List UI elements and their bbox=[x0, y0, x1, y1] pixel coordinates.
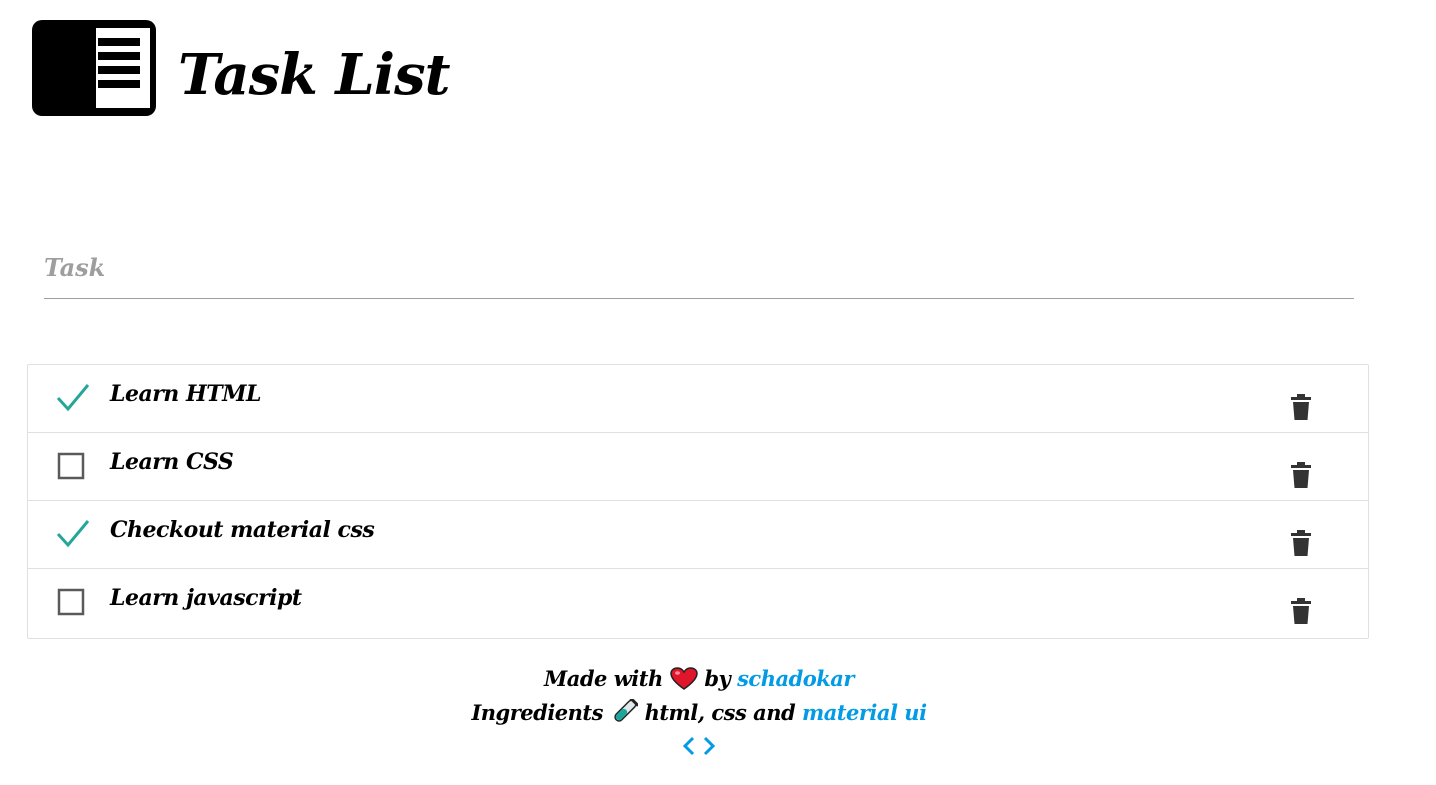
task-label: Learn javascript bbox=[110, 585, 302, 611]
source-code-link[interactable] bbox=[682, 732, 716, 766]
trash-icon[interactable] bbox=[1291, 598, 1311, 624]
task-label: Learn CSS bbox=[110, 449, 234, 475]
code-icon bbox=[682, 736, 716, 756]
footer-made-with: Made with bbox=[544, 666, 663, 691]
task-row: Learn javascript bbox=[28, 569, 1368, 638]
task-input-wrapper bbox=[44, 240, 1354, 299]
heart-icon bbox=[669, 667, 698, 690]
footer-by: by bbox=[704, 666, 731, 691]
task-row: Learn HTML bbox=[28, 365, 1368, 433]
footer-line-1: Made with by schadokar bbox=[0, 662, 1398, 696]
page-title: Task List bbox=[178, 42, 450, 108]
task-list: Learn HTML Learn CSS Checkout material c… bbox=[27, 364, 1369, 639]
framework-link[interactable]: material ui bbox=[802, 700, 927, 725]
test-tube-icon bbox=[614, 699, 638, 722]
trash-icon[interactable] bbox=[1291, 530, 1311, 556]
task-row: Learn CSS bbox=[28, 433, 1368, 501]
checkmark-icon[interactable] bbox=[56, 519, 90, 549]
author-link[interactable]: schadokar bbox=[737, 666, 854, 691]
task-row: Checkout material css bbox=[28, 501, 1368, 569]
header: Task List bbox=[32, 20, 450, 116]
trash-icon[interactable] bbox=[1291, 462, 1311, 488]
checkbox-icon[interactable] bbox=[56, 451, 90, 481]
footer-line-2: Ingredients html, css and material ui bbox=[0, 696, 1398, 730]
page: Task List Learn HTML Learn CSS bbox=[0, 0, 1436, 785]
checkbox-icon[interactable] bbox=[56, 587, 90, 617]
footer-ingredients: Ingredients bbox=[471, 700, 603, 725]
task-label: Learn HTML bbox=[110, 381, 261, 407]
checkmark-icon[interactable] bbox=[56, 383, 90, 413]
notes-icon bbox=[32, 20, 156, 116]
footer: Made with by schadokar Ingredients html,… bbox=[0, 662, 1398, 766]
footer-ingredients-list: html, css and bbox=[644, 700, 796, 725]
task-label: Checkout material css bbox=[110, 517, 375, 543]
trash-icon[interactable] bbox=[1291, 394, 1311, 420]
task-input[interactable] bbox=[44, 240, 1354, 296]
